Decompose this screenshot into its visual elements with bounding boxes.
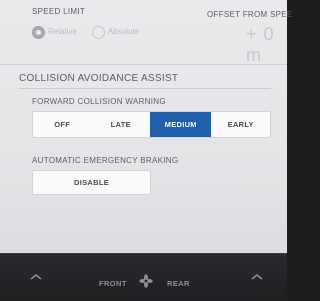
- aeb-disable-button[interactable]: DISABLE: [32, 170, 151, 195]
- settings-screen: SPEED LIMIT Relative Absolute OFFSET FRO…: [0, 0, 292, 253]
- absolute-radio[interactable]: [92, 26, 105, 39]
- speed-limit-label: SPEED LIMIT: [32, 7, 86, 16]
- collision-section-title: COLLISION AVOIDANCE ASSIST: [19, 73, 179, 84]
- relative-radio[interactable]: [32, 26, 45, 39]
- speed-limit-section: SPEED LIMIT Relative Absolute OFFSET FRO…: [0, 0, 292, 66]
- section-divider: [19, 88, 271, 89]
- fcw-medium-button[interactable]: MEDIUM: [150, 112, 212, 137]
- aeb-label: AUTOMATIC EMERGENCY BRAKING: [32, 156, 179, 165]
- climate-bar: FRONT REAR: [0, 253, 287, 301]
- chevron-up-icon[interactable]: [30, 272, 42, 282]
- fcw-off-button[interactable]: OFF: [33, 112, 92, 137]
- absolute-label: Absolute: [108, 27, 140, 36]
- forward-collision-selector: OFF LATE MEDIUM EARLY: [32, 111, 271, 138]
- fan-icon[interactable]: [139, 274, 153, 288]
- offset-label: OFFSET FROM SPEE: [207, 10, 293, 19]
- forward-collision-label: FORWARD COLLISION WARNING: [32, 97, 166, 106]
- fcw-early-button[interactable]: EARLY: [211, 112, 270, 137]
- rear-defrost-label[interactable]: REAR: [167, 279, 190, 288]
- fcw-late-button[interactable]: LATE: [92, 112, 151, 137]
- chevron-up-icon[interactable]: [251, 272, 263, 282]
- front-defrost-label[interactable]: FRONT: [99, 279, 127, 288]
- relative-label: Relative: [48, 27, 77, 36]
- offset-value[interactable]: + 0 m: [246, 24, 287, 66]
